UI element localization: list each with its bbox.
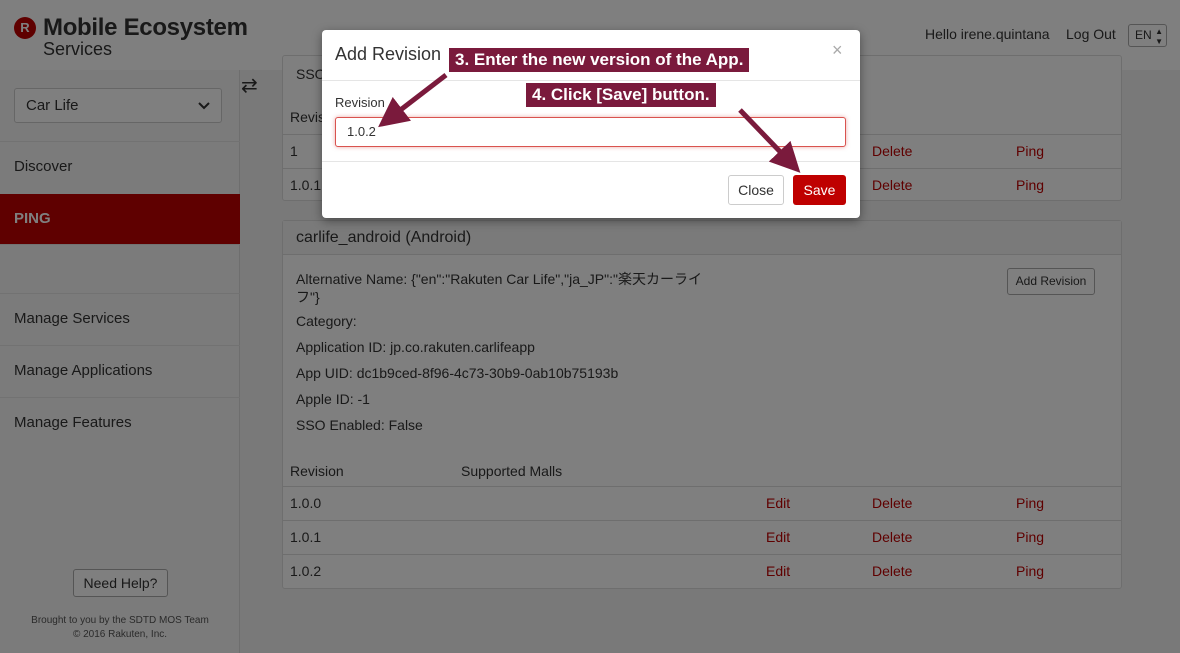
step3-arrow: [378, 73, 448, 128]
callout-arrows: [378, 73, 801, 173]
step4-arrow: [738, 108, 801, 173]
